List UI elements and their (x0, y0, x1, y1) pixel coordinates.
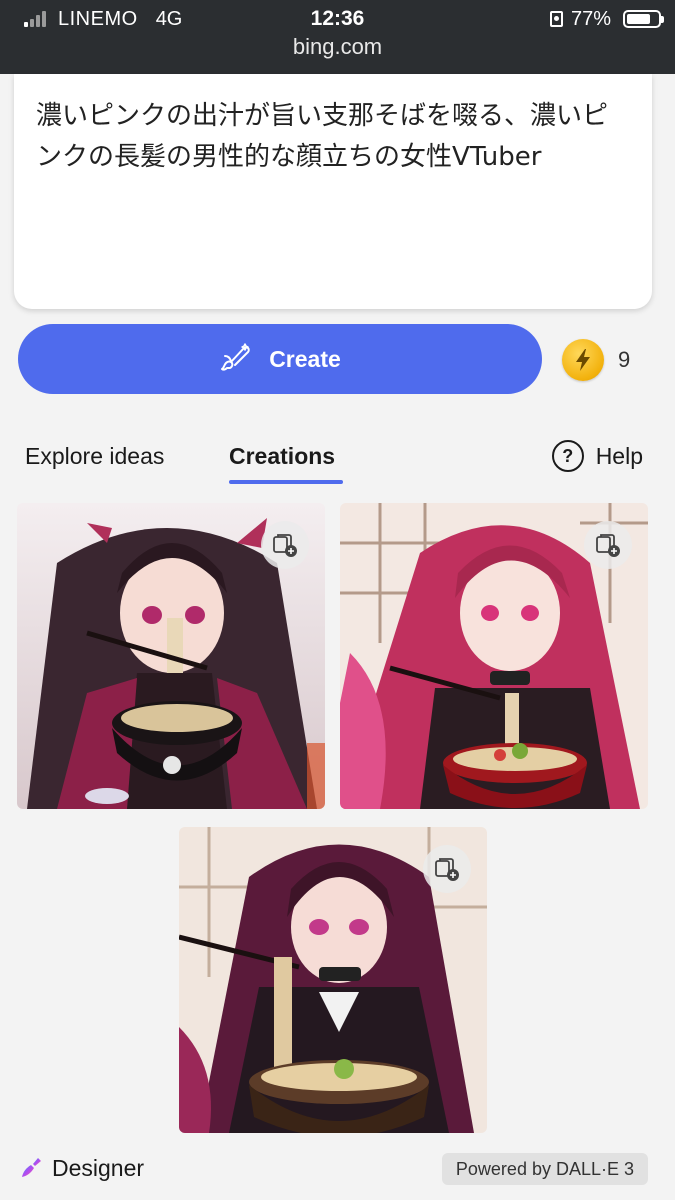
url-bar[interactable]: bing.com (0, 34, 675, 60)
battery-icon (623, 10, 664, 28)
designer-label: Designer (52, 1154, 145, 1181)
prompt-input-card[interactable]: 濃いピンクの出汁が旨い支那そばを啜る、濃いピンクの長髪の男性的な顔立ちの女性VT… (14, 74, 652, 309)
generated-image-3[interactable] (179, 827, 487, 1133)
tab-explore-ideas[interactable]: Explore ideas (25, 436, 164, 476)
add-to-collection-icon (596, 534, 620, 557)
add-to-collection-icon (273, 534, 297, 557)
help-button[interactable]: ? Help (551, 436, 643, 476)
help-label: Help (595, 442, 643, 469)
add-to-collection-button[interactable] (423, 845, 471, 893)
battery-percent: 77% (570, 7, 611, 30)
boost-count: 9 (618, 347, 631, 372)
designer-brand[interactable]: Designer (18, 1150, 144, 1186)
lightning-coin-icon (562, 339, 604, 381)
boost-counter[interactable]: 9 (562, 338, 630, 382)
question-circle-icon: ? (551, 440, 584, 472)
create-label: Create (269, 345, 341, 372)
status-right: 77% (549, 6, 664, 32)
generated-image-1[interactable] (17, 503, 325, 809)
orientation-lock-icon (549, 11, 563, 27)
create-brush-icon (221, 343, 250, 371)
prompt-textarea[interactable]: 濃いピンクの出汁が旨い支那そばを啜る、濃いピンクの長髪の男性的な顔立ちの女性VT… (36, 96, 630, 178)
browser-top-bar: LINEMO 4G 12:36 77% bing.com (0, 0, 675, 74)
add-to-collection-button[interactable] (584, 521, 632, 569)
powered-by-badge: Powered by DALL·E 3 (441, 1153, 648, 1185)
create-button[interactable]: Create (18, 324, 542, 394)
designer-logo-icon (22, 1158, 41, 1177)
tab-creations[interactable]: Creations (229, 436, 335, 476)
active-tab-indicator (229, 480, 343, 484)
generated-image-2[interactable] (340, 503, 648, 809)
add-to-collection-icon (435, 858, 459, 881)
battery-fill (627, 14, 651, 24)
add-to-collection-button[interactable] (261, 521, 309, 569)
